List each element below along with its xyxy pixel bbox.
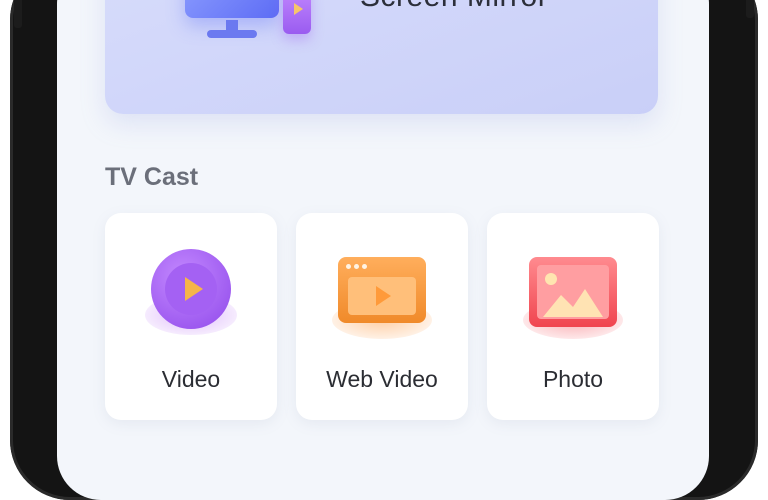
app-screen: Screen Mirror TV Cast Video Web Vi	[57, 0, 709, 500]
section-title-tv-cast: TV Cast	[105, 163, 199, 191]
photo-card[interactable]: Photo	[487, 213, 659, 420]
web-video-card-label: Web Video	[326, 366, 438, 392]
monitor-icon	[185, 0, 279, 18]
screen-mirror-title: Screen Mirror	[360, 0, 548, 14]
phone-side-button-right	[746, 0, 754, 18]
photo-card-label: Photo	[542, 366, 604, 392]
play-icon	[294, 3, 303, 15]
video-card[interactable]: Video	[105, 213, 277, 420]
phone-side-button-left	[14, 0, 22, 28]
monitor-stand	[226, 20, 238, 30]
photo-icon	[487, 249, 659, 339]
screen-mirror-card[interactable]: Screen Mirror	[105, 0, 658, 114]
web-video-icon	[296, 249, 468, 339]
web-video-card[interactable]: Web Video	[296, 213, 468, 420]
monitor-base	[207, 30, 257, 38]
video-card-label: Video	[161, 366, 221, 392]
phone-icon	[283, 0, 311, 34]
video-play-icon	[105, 249, 277, 335]
